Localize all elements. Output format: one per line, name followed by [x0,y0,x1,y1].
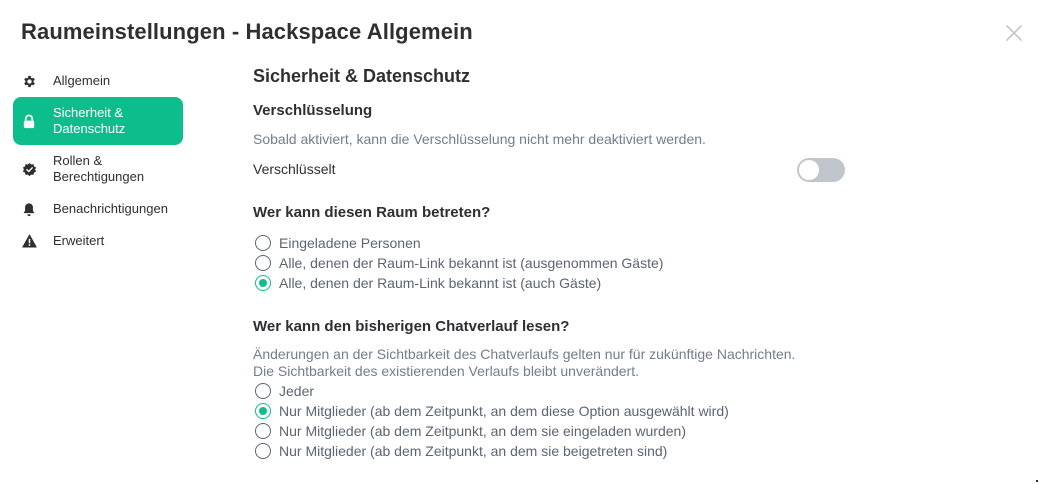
radio-label: Jeder [279,383,315,399]
sidebar-item-label: Allgemein [53,73,111,88]
radio-label: Alle, denen der Raum-Link bekannt ist (a… [279,255,664,271]
history-description-line1: Änderungen an der Sichtbarkeit des Chatv… [253,346,796,362]
sidebar-item-advanced[interactable]: Erweitert [13,225,183,257]
dialog-title: Raumeinstellungen - Hackspace Allgemein [21,19,473,44]
radio-button[interactable] [255,255,271,271]
radio-button[interactable] [255,443,271,459]
sidebar-item-security[interactable]: Sicherheit & Datenschutz [13,97,183,145]
settings-sidebar: Allgemein Sicherheit & Datenschutz Rolle… [13,65,183,257]
radio-label: Nur Mitglieder (ab dem Zeitpunkt, an dem… [279,443,668,459]
encryption-description: Sobald aktiviert, kann die Verschlüsselu… [253,131,706,147]
toggle-knob [799,160,819,180]
history-visibility-heading: Wer kann den bisherigen Chatverlauf lese… [253,318,570,335]
radio-label: Eingeladene Personen [279,235,421,251]
join-rule-heading: Wer kann diesen Raum betreten? [253,204,491,221]
section-title: Sicherheit & Datenschutz [253,66,471,86]
join-option-link-no-guests[interactable]: Alle, denen der Raum-Link bekannt ist (a… [255,253,663,273]
history-description-line2: Die Sichtbarkeit des existierenden Verla… [253,363,639,379]
lock-icon [21,113,37,129]
sidebar-item-notifications[interactable]: Benachrichtigungen [13,193,183,225]
encryption-toggle-label: Verschlüsselt [253,161,336,177]
encryption-heading: Verschlüsselung [253,102,373,119]
radio-label: Nur Mitglieder (ab dem Zeitpunkt, an dem… [279,403,729,419]
history-option-members-since-selected[interactable]: Nur Mitglieder (ab dem Zeitpunkt, an dem… [255,401,729,421]
close-icon [1006,25,1022,41]
gear-icon [21,73,37,89]
radio-label: Nur Mitglieder (ab dem Zeitpunkt, an dem… [279,423,686,439]
history-option-anyone[interactable]: Jeder [255,381,314,401]
sidebar-item-label: Benachrichtigungen [53,201,168,216]
radio-button[interactable] [255,235,271,251]
radio-button[interactable] [255,383,271,399]
warning-icon [21,233,37,249]
close-button[interactable] [1003,22,1025,44]
encryption-toggle[interactable] [797,158,845,182]
sidebar-item-label: Rollen & Berechtigungen [53,153,145,184]
sidebar-item-label: Erweitert [53,233,105,248]
radio-button[interactable] [255,403,271,419]
sidebar-item-label: Sicherheit & Datenschutz [53,105,126,136]
resize-handle [1036,480,1038,482]
radio-button[interactable] [255,275,271,291]
sidebar-item-roles[interactable]: Rollen & Berechtigungen [13,145,183,193]
history-option-members-since-invited[interactable]: Nur Mitglieder (ab dem Zeitpunkt, an dem… [255,421,686,441]
bell-icon [21,201,37,217]
radio-label: Alle, denen der Raum-Link bekannt ist (a… [279,275,602,291]
history-option-members-since-joined[interactable]: Nur Mitglieder (ab dem Zeitpunkt, an dem… [255,441,667,461]
shield-check-icon [21,161,37,177]
join-option-invited[interactable]: Eingeladene Personen [255,233,421,253]
sidebar-item-general[interactable]: Allgemein [13,65,183,97]
join-option-link-with-guests[interactable]: Alle, denen der Raum-Link bekannt ist (a… [255,273,601,293]
radio-button[interactable] [255,423,271,439]
